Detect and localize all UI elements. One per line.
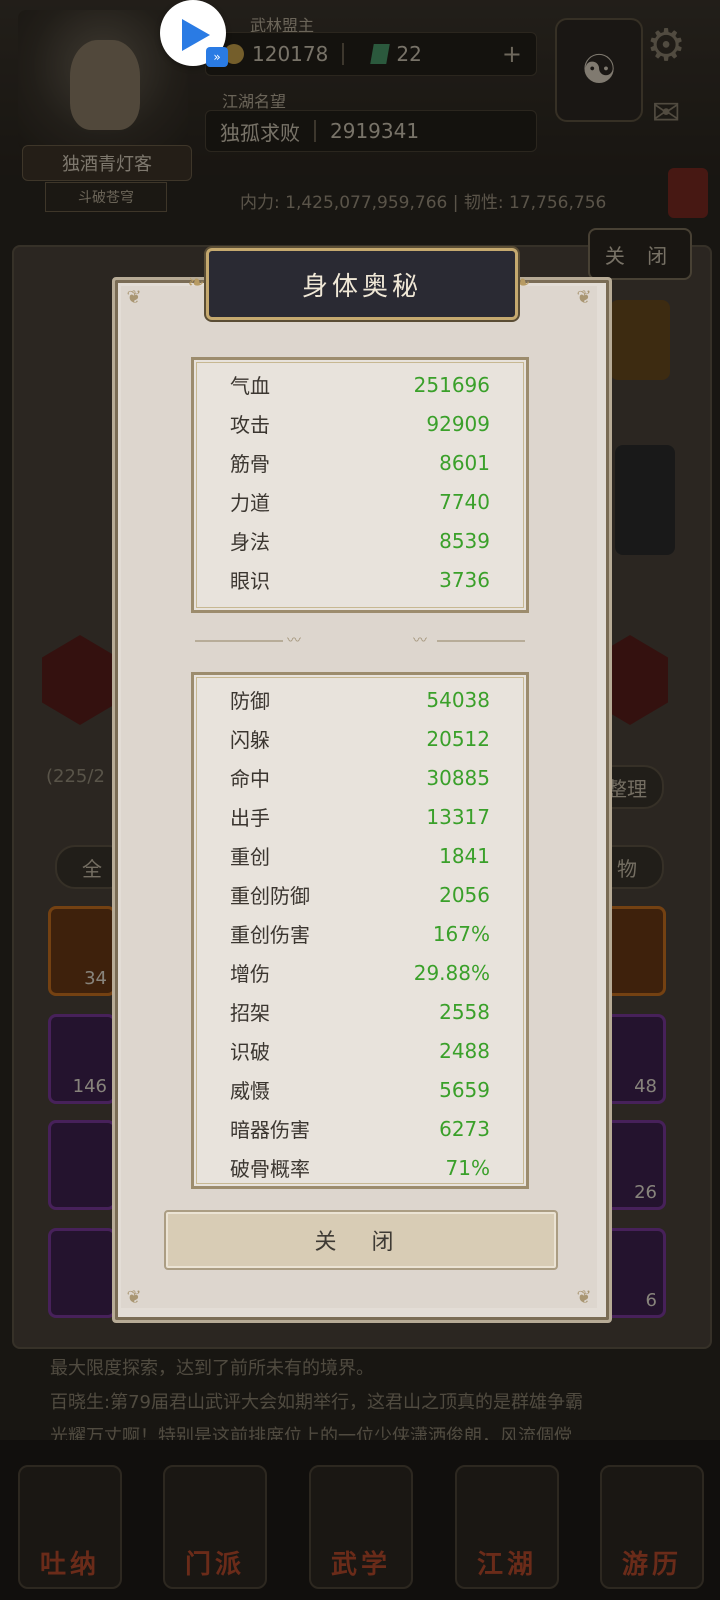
stat-label: 重创伤害 (230, 923, 310, 947)
stat-label: 识破 (230, 1040, 270, 1064)
corner-ornament-icon: ❦ (126, 287, 142, 308)
basic-stats-box: 气血 251696 攻击 92909 筋骨 8601 力道 7740 身法 8539 眼识 3736 (191, 357, 529, 613)
stat-row: 重创防御 2056 (230, 875, 490, 914)
stat-label: 气血 (230, 374, 270, 398)
stat-row: 攻击 92909 (230, 404, 490, 443)
stat-row: 威慑 5659 (230, 1070, 490, 1109)
stat-label: 重创防御 (230, 884, 310, 908)
stat-row: 重创 1841 (230, 836, 490, 875)
stat-value: 71% (445, 1155, 490, 1180)
stat-label: 增伤 (230, 962, 270, 986)
stat-value: 3736 (439, 567, 490, 592)
stat-value: 20512 (426, 726, 490, 751)
stat-label: 招架 (230, 1001, 270, 1025)
stat-value: 30885 (426, 765, 490, 790)
stat-row: 识破 2488 (230, 1031, 490, 1070)
stat-value: 92909 (426, 411, 490, 436)
stat-value: 54038 (426, 687, 490, 712)
stat-value: 251696 (413, 372, 490, 397)
stat-label: 眼识 (230, 569, 270, 593)
corner-ornament-icon: ❦ (576, 1287, 592, 1308)
stat-label: 重创 (230, 845, 270, 869)
stat-value: 2488 (439, 1038, 490, 1063)
stat-row: 增伤 29.88% (230, 953, 490, 992)
corner-ornament-icon: ❦ (126, 1287, 142, 1308)
stat-value: 2558 (439, 999, 490, 1024)
fast-forward-icon: » (206, 47, 228, 67)
stat-value: 6273 (439, 1116, 490, 1141)
stat-label: 出手 (230, 806, 270, 830)
stat-row: 暗器伤害 6273 (230, 1109, 490, 1148)
stat-row: 招架 2558 (230, 992, 490, 1031)
stat-row: 筋骨 8601 (230, 443, 490, 482)
stat-value: 167% (432, 921, 490, 946)
section-divider: 〰 〰 (195, 633, 525, 649)
stat-value: 7740 (439, 489, 490, 514)
stat-row: 出手 13317 (230, 797, 490, 836)
close-button[interactable]: 关 闭 (164, 1210, 558, 1270)
stat-label: 筋骨 (230, 452, 270, 476)
stat-label: 攻击 (230, 413, 270, 437)
play-icon (182, 19, 210, 51)
stat-label: 威慑 (230, 1079, 270, 1103)
stat-label: 破骨概率 (230, 1157, 310, 1181)
stat-value: 13317 (426, 804, 490, 829)
stat-label: 暗器伤害 (230, 1118, 310, 1142)
dialog-title: 身体奥秘 (206, 248, 518, 320)
stat-value: 1841 (439, 843, 490, 868)
stat-value: 8601 (439, 450, 490, 475)
stat-row: 眼识 3736 (230, 560, 490, 599)
stat-row: 命中 30885 (230, 758, 490, 797)
stat-value: 29.88% (413, 960, 490, 985)
stat-value: 5659 (439, 1077, 490, 1102)
stat-value: 2056 (439, 882, 490, 907)
stat-label: 闪躲 (230, 728, 270, 752)
stat-label: 防御 (230, 689, 270, 713)
stat-label: 身法 (230, 530, 270, 554)
stat-row: 防御 54038 (230, 680, 490, 719)
stat-label: 力道 (230, 491, 270, 515)
stat-label: 命中 (230, 767, 270, 791)
stat-row: 气血 251696 (230, 365, 490, 404)
stat-value: 8539 (439, 528, 490, 553)
stat-row: 破骨概率 71% (230, 1148, 490, 1186)
combat-stats-box[interactable]: 防御 54038 闪躲 20512 命中 30885 出手 13317 重创 1841 重创防御 20… (191, 672, 529, 1189)
title-ornament-icon: ❧ (187, 270, 205, 294)
stat-row: 重创伤害 167% (230, 914, 490, 953)
stat-row: 力道 7740 (230, 482, 490, 521)
corner-ornament-icon: ❦ (576, 287, 592, 308)
stat-row: 闪躲 20512 (230, 719, 490, 758)
stat-row: 身法 8539 (230, 521, 490, 560)
